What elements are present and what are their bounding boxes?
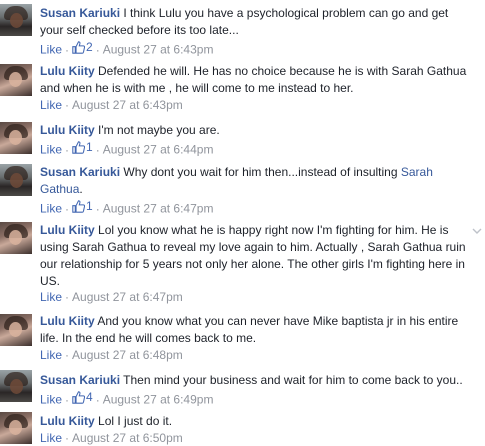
comment-meta: Like · 2 · August 27 at 6:43pm: [40, 39, 214, 57]
reaction-count[interactable]: 2: [72, 39, 93, 55]
comment-timestamp[interactable]: August 27 at 6:43pm: [103, 43, 214, 57]
reaction-count[interactable]: 4: [72, 389, 93, 405]
comment-timestamp[interactable]: August 27 at 6:47pm: [72, 290, 183, 304]
thumbs-up-icon: [72, 199, 86, 213]
comment-timestamp[interactable]: August 27 at 6:43pm: [72, 98, 183, 112]
comment-timestamp[interactable]: August 27 at 6:47pm: [103, 202, 214, 216]
comment-author[interactable]: Susan Kariuki: [40, 6, 120, 20]
avatar[interactable]: [0, 314, 32, 346]
thumbs-up-icon: [72, 140, 86, 154]
like-button[interactable]: Like: [40, 290, 62, 304]
comment-meta: Like · August 27 at 6:48pm: [40, 348, 183, 362]
avatar[interactable]: [0, 64, 32, 96]
comment-meta: Like · 1 · August 27 at 6:44pm: [40, 139, 214, 157]
thumbs-up-icon: [72, 40, 86, 54]
like-button[interactable]: Like: [40, 143, 62, 157]
reaction-count[interactable]: 1: [72, 139, 93, 155]
comment-timestamp[interactable]: August 27 at 6:50pm: [72, 431, 183, 445]
like-button[interactable]: Like: [40, 393, 62, 407]
comment-text: Lol you know what he is happy right now …: [40, 223, 466, 288]
comment-author[interactable]: Lulu Kiity: [40, 64, 95, 78]
comment-meta: Like · August 27 at 6:43pm: [40, 98, 183, 112]
comment-text: I'm not maybe you are.: [98, 123, 220, 137]
comment-author[interactable]: Lulu Kiity: [40, 123, 95, 137]
comment-text: Then mind your business and wait for him…: [123, 373, 463, 387]
comment-timestamp[interactable]: August 27 at 6:49pm: [103, 393, 214, 407]
comment-text: And you know what you can never have Mik…: [40, 314, 459, 345]
like-button[interactable]: Like: [40, 202, 62, 216]
avatar[interactable]: [0, 412, 32, 444]
comment-meta: Like · August 27 at 6:47pm: [40, 290, 183, 304]
comment-meta: Like · 1 · August 27 at 6:47pm: [40, 198, 214, 216]
comment-meta: Like · 4 · August 27 at 6:49pm: [40, 389, 214, 407]
comment-text: Why dont you wait for him then...instead…: [123, 165, 401, 179]
comment-author[interactable]: Lulu Kiity: [40, 314, 95, 328]
chevron-down-icon[interactable]: [472, 226, 482, 236]
thumbs-up-icon: [72, 390, 86, 404]
comment-author[interactable]: Lulu Kiity: [40, 223, 95, 237]
comment-author[interactable]: Lulu Kiity: [40, 414, 95, 428]
comment-author[interactable]: Susan Kariuki: [40, 373, 120, 387]
avatar[interactable]: [0, 370, 32, 402]
like-button[interactable]: Like: [40, 348, 62, 362]
like-button[interactable]: Like: [40, 431, 62, 445]
comment-timestamp[interactable]: August 27 at 6:44pm: [103, 143, 214, 157]
avatar[interactable]: [0, 164, 32, 196]
like-button[interactable]: Like: [40, 43, 62, 57]
comment-author[interactable]: Susan Kariuki: [40, 165, 120, 179]
avatar[interactable]: [0, 222, 32, 254]
like-button[interactable]: Like: [40, 98, 62, 112]
comment-text: Defended he will. He has no choice becau…: [40, 64, 467, 95]
avatar[interactable]: [0, 122, 32, 154]
comment-timestamp[interactable]: August 27 at 6:48pm: [72, 348, 183, 362]
comment-text: Lol I just do it.: [98, 414, 173, 428]
reaction-count[interactable]: 1: [72, 198, 93, 214]
avatar[interactable]: [0, 4, 32, 36]
